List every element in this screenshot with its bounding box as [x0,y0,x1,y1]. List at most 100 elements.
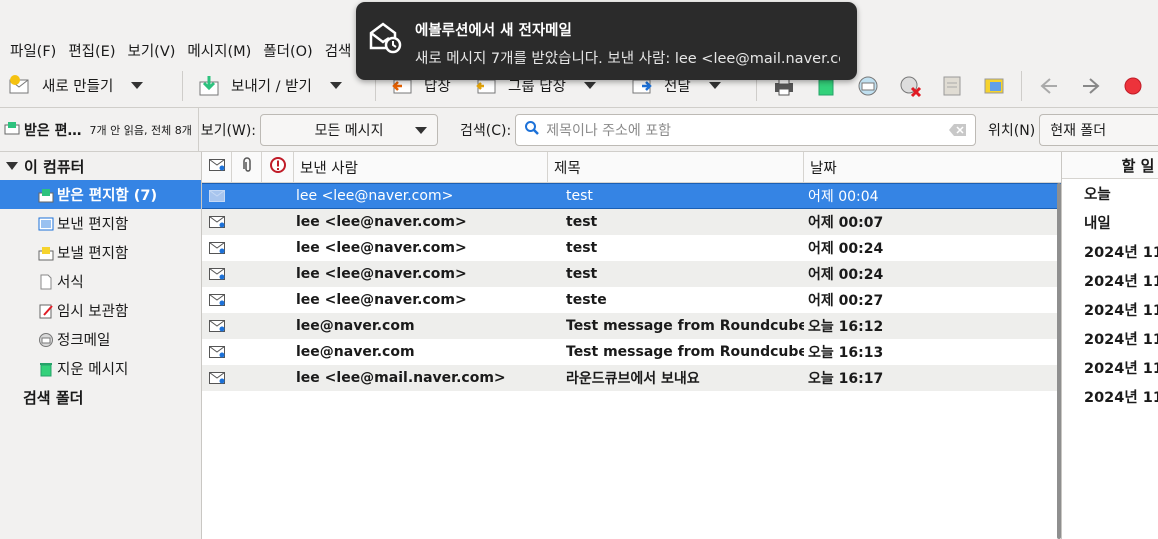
folder-item-label: 임시 보관함 [57,304,129,320]
new-button[interactable]: 새로 만들기 [0,68,176,104]
folder-item[interactable]: 임시 보관함 [0,296,201,325]
send-receive-button[interactable]: 보내기 / 받기 [189,68,369,104]
envelope-icon[interactable] [202,294,232,306]
message-subject: teste [566,292,607,308]
message-row[interactable]: lee <lee@naver.com> test 어제 00:24 [202,235,1061,261]
column-attachment[interactable] [232,151,262,183]
message-row[interactable]: lee <lee@naver.com> test 어제 00:04 [202,183,1061,209]
search-icon [524,120,540,140]
message-subject: Test message from Roundcube [566,344,804,360]
column-subject[interactable]: 제목 [548,151,804,183]
envelope-icon[interactable] [202,190,232,202]
chevron-down-icon[interactable] [329,82,342,89]
junk-icon[interactable] [855,73,881,99]
outbox-icon [38,245,54,261]
menu-folder[interactable]: 폴더(O) [257,40,318,61]
column-status[interactable] [202,151,232,183]
todo-group[interactable]: 오늘 [1062,179,1158,208]
todo-group[interactable]: 내일 [1062,208,1158,237]
envelope-icon[interactable] [202,242,232,254]
send-receive-icon [197,74,221,98]
folder-item[interactable]: 서식 [0,267,201,296]
search-label: 검색(C): [460,122,512,139]
back-icon[interactable] [1036,73,1062,99]
folder-item-label: 보낼 편지함 [57,246,129,262]
folder-item-label: 정크메일 [57,333,111,349]
menu-file[interactable]: 파일(F) [4,40,62,61]
menu-edit[interactable]: 편집(E) [62,40,121,61]
not-junk-icon[interactable] [897,73,923,99]
chevron-down-icon[interactable] [708,82,721,89]
chevron-down-icon[interactable] [131,82,144,89]
forward-nav-icon[interactable] [1078,73,1104,99]
todo-group[interactable]: 2024년 11월 [1062,237,1158,266]
menu-message[interactable]: 메시지(M) [181,40,257,61]
expander-icon[interactable] [6,162,18,170]
message-from: lee <lee@naver.com> [296,266,467,282]
column-importance[interactable] [262,151,294,183]
folder-item[interactable]: 지운 메시지 [0,354,201,383]
folder-root[interactable]: 이 컴퓨터 [0,152,201,180]
template-icon [38,274,54,290]
folder-item[interactable]: 보낼 편지함 [0,238,201,267]
message-row[interactable]: lee <lee@naver.com> test 어제 00:24 [202,261,1061,287]
notification-title: 에볼루션에서 새 전자메일 [415,23,572,39]
location-label: 위치(N) [988,122,1036,139]
message-row[interactable]: lee@naver.com Test message from Roundcube… [202,313,1061,339]
todo-header: 할 일 [1062,152,1158,179]
important-icon [269,157,286,177]
message-subject: test [566,266,598,282]
message-subject: Test message from Roundcube [566,318,804,334]
sent-icon [38,216,54,232]
envelope-icon[interactable] [202,346,232,358]
message-from: lee <lee@naver.com> [296,188,454,204]
mail-notification-icon [368,20,402,54]
folder-pane: 이 컴퓨터 받은 편지함 (7) 보낸 편지함보낼 편지함서식임시 보관함정크메일… [0,152,202,539]
message-from: lee@naver.com [296,344,415,360]
menu-view[interactable]: 보기(V) [122,40,182,61]
new-mail-icon [8,74,32,98]
message-subject: 라운드큐브에서 보내요 [566,371,700,387]
folder-item-label: 서식 [57,275,84,291]
clear-icon[interactable] [949,123,967,141]
todo-group[interactable]: 2024년 11월 [1062,382,1158,411]
filter-bar: 받은 편… 7개 안 읽음, 전체 8개 보기(W): 모든 메시지 검색(C)… [0,107,1158,152]
view-label: 보기(W): [200,122,257,139]
folder-item[interactable]: 받은 편지함 (7) [0,180,201,209]
todo-group[interactable]: 2024년 11월 [1062,295,1158,324]
message-row[interactable]: lee <lee@mail.naver.com> 라운드큐브에서 보내요 오늘 16… [202,365,1061,391]
current-folder-name: 받은 편… [24,122,82,139]
column-date[interactable]: 날짜 [804,152,1061,183]
search-input[interactable]: 제목이나 주소에 포함 [515,113,977,146]
view-select[interactable]: 모든 메시지 [260,113,439,146]
message-row[interactable]: lee@naver.com Test message from Roundcube… [202,339,1061,365]
archive-icon[interactable] [939,73,965,99]
drafts-icon [38,303,54,319]
inbox-icon [38,187,54,203]
envelope-icon[interactable] [202,216,232,228]
todo-group[interactable]: 2024년 11월 [1062,353,1158,382]
message-list: 보낸 사람 제목 날짜 lee <lee@naver.com> test 어제 00… [202,151,1061,539]
message-row[interactable]: lee <lee@naver.com> test 어제 00:07 [202,209,1061,235]
envelope-icon[interactable] [202,372,232,384]
chevron-down-icon[interactable] [583,82,596,89]
menu-search[interactable]: 검색 [319,40,358,61]
message-row[interactable]: lee <lee@naver.com> teste 어제 00:27 [202,287,1061,313]
envelope-icon[interactable] [202,268,232,280]
todo-group[interactable]: 2024년 11월 [1062,324,1158,353]
paperclip-icon [241,157,253,177]
location-select[interactable]: 현재 폴더 [1039,113,1158,146]
folder-item[interactable]: 보낸 편지함 [0,209,201,238]
folder-item[interactable]: 정크메일 [0,325,201,354]
stop-icon[interactable] [1120,73,1146,99]
message-from: lee <lee@naver.com> [296,240,467,256]
column-from[interactable]: 보낸 사람 [294,151,548,183]
new-mail-notification[interactable]: 에볼루션에서 새 전자메일 새로 메시지 7개를 받았습니다. 보낸 사람: l… [356,2,857,80]
envelope-icon[interactable] [202,320,232,332]
image-icon[interactable] [981,73,1007,99]
message-subject: test [566,240,598,256]
search-folders[interactable]: 검색 폴더 [0,383,201,412]
inbox-icon [4,120,20,140]
todo-group[interactable]: 2024년 11월 [1062,266,1158,295]
message-subject: test [566,214,598,230]
